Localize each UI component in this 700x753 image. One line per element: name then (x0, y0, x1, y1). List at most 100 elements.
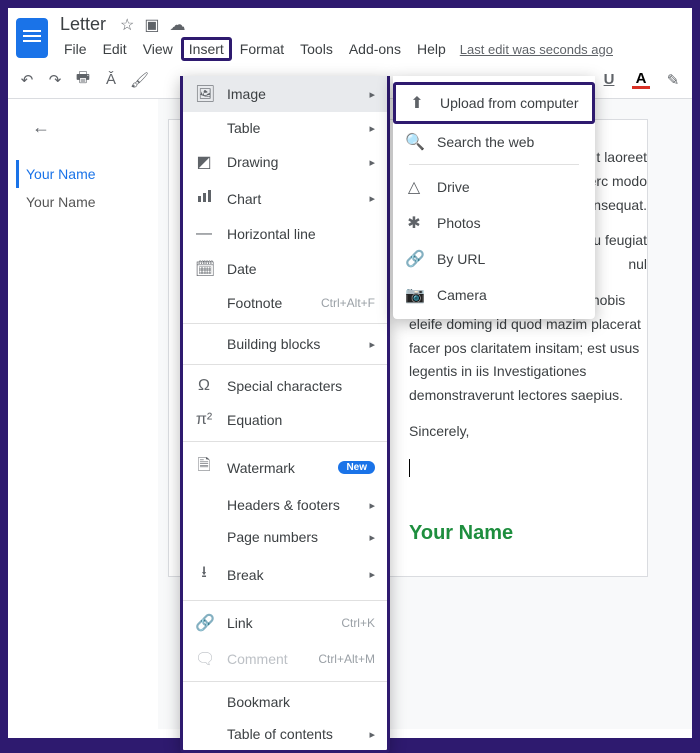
menu-label: Table (227, 120, 260, 136)
text-cursor (409, 459, 410, 477)
image-icon: 🖼 (195, 84, 213, 104)
insert-date[interactable]: 🗓 Date (183, 251, 387, 287)
image-submenu: ⬆ Upload from computer 🔍 Search the web … (393, 76, 595, 319)
star-icon[interactable]: ☆ (120, 15, 134, 35)
menu-label: Search the web (437, 134, 534, 150)
print-icon[interactable]: 🖶 (74, 67, 92, 92)
insert-special-characters[interactable]: Ω Special characters (183, 369, 387, 403)
menu-file[interactable]: File (56, 37, 95, 61)
outline-item[interactable]: Your Name (16, 188, 150, 216)
redo-icon[interactable]: ↷ (46, 71, 64, 89)
image-upload-from-computer[interactable]: ⬆ Upload from computer (393, 82, 595, 124)
separator (183, 441, 387, 442)
comment-icon: 🗨 (195, 649, 213, 669)
insert-building-blocks[interactable]: Building blocks ▸ (183, 328, 387, 360)
menu-bar: File Edit View Insert Format Tools Add-o… (56, 37, 613, 61)
menu-label: Special characters (227, 378, 342, 394)
docs-logo-icon[interactable] (16, 18, 48, 58)
shortcut-text: Ctrl+Alt+M (318, 652, 375, 666)
menu-edit[interactable]: Edit (95, 37, 135, 61)
menu-label: Building blocks (227, 336, 320, 352)
chevron-right-icon: ▸ (369, 192, 375, 205)
last-edit-link[interactable]: Last edit was seconds ago (460, 42, 613, 57)
menu-label: Camera (437, 287, 487, 303)
menu-label: Upload from computer (440, 95, 579, 111)
insert-horizontal-line[interactable]: ― Horizontal line (183, 217, 387, 251)
menu-label: Footnote (227, 295, 282, 311)
menu-label: Bookmark (227, 694, 290, 710)
camera-icon: 📷 (405, 285, 423, 305)
chevron-right-icon: ▸ (369, 568, 375, 581)
menu-label: Comment (227, 651, 288, 667)
break-icon: ⭳ (195, 561, 213, 588)
spellcheck-icon[interactable]: Ǎ (102, 71, 120, 88)
image-by-url[interactable]: 🔗 By URL (393, 241, 595, 277)
separator (183, 600, 387, 601)
insert-link[interactable]: 🔗 Link Ctrl+K (183, 605, 387, 641)
document-title[interactable]: Letter (56, 14, 110, 35)
menu-label: Table of contents (227, 726, 333, 742)
new-badge: New (338, 461, 375, 474)
menu-insert[interactable]: Insert (181, 37, 232, 61)
insert-equation[interactable]: π² Equation (183, 403, 387, 437)
menu-label: Break (227, 567, 264, 583)
insert-comment: 🗨 Comment Ctrl+Alt+M (183, 641, 387, 677)
hline-icon: ― (195, 225, 213, 243)
menu-label: Date (227, 261, 257, 277)
insert-break[interactable]: ⭳ Break ▸ (183, 553, 387, 596)
chevron-right-icon: ▸ (369, 338, 375, 351)
menu-label: Headers & footers (227, 497, 340, 513)
insert-toc[interactable]: Table of contents ▸ (183, 718, 387, 750)
menu-label: Chart (227, 191, 261, 207)
menu-format[interactable]: Format (232, 37, 292, 61)
insert-bookmark[interactable]: Bookmark (183, 686, 387, 718)
chevron-right-icon: ▸ (369, 156, 375, 169)
menu-label: Page numbers (227, 529, 318, 545)
move-icon[interactable]: ▣ (144, 15, 159, 35)
chevron-right-icon: ▸ (369, 531, 375, 544)
link-icon: 🔗 (405, 249, 423, 269)
menu-help[interactable]: Help (409, 37, 454, 61)
separator (409, 164, 579, 165)
menu-label: Image (227, 86, 266, 102)
insert-footnote[interactable]: Footnote Ctrl+Alt+F (183, 287, 387, 319)
calendar-icon: 🗓 (195, 259, 213, 279)
menu-tools[interactable]: Tools (292, 37, 341, 61)
insert-table[interactable]: Table ▸ (183, 112, 387, 144)
menu-addons[interactable]: Add-ons (341, 37, 409, 61)
separator (183, 323, 387, 324)
search-icon: 🔍 (405, 132, 423, 152)
omega-icon: Ω (195, 377, 213, 395)
insert-dropdown: 🖼 Image ▸ Table ▸ ◩ Drawing ▸ Chart ▸ ― … (180, 76, 390, 753)
image-search-web[interactable]: 🔍 Search the web (393, 124, 595, 160)
paint-format-icon[interactable]: 🖌 (130, 71, 148, 89)
outline-back-icon[interactable]: ← (16, 117, 150, 138)
underline-button[interactable]: U (600, 71, 618, 88)
image-drive[interactable]: △ Drive (393, 169, 595, 205)
menu-label: Horizontal line (227, 226, 316, 242)
pi-icon: π² (195, 411, 213, 429)
shortcut-text: Ctrl+K (341, 616, 375, 630)
chevron-right-icon: ▸ (369, 122, 375, 135)
menu-label: Watermark (227, 460, 295, 476)
highlight-icon[interactable]: ✎ (664, 71, 682, 89)
title-bar: Letter ☆ ▣ ☁ File Edit View Insert Forma… (8, 8, 692, 61)
shortcut-text: Ctrl+Alt+F (321, 296, 375, 310)
menu-view[interactable]: View (135, 37, 181, 61)
insert-page-numbers[interactable]: Page numbers ▸ (183, 521, 387, 553)
image-camera[interactable]: 📷 Camera (393, 277, 595, 313)
menu-label: Drive (437, 179, 470, 195)
insert-headers-footers[interactable]: Headers & footers ▸ (183, 489, 387, 521)
upload-icon: ⬆ (408, 93, 426, 113)
insert-image[interactable]: 🖼 Image ▸ (183, 76, 387, 112)
insert-drawing[interactable]: ◩ Drawing ▸ (183, 144, 387, 180)
chart-icon (195, 188, 213, 209)
image-photos[interactable]: ✱ Photos (393, 205, 595, 241)
insert-chart[interactable]: Chart ▸ (183, 180, 387, 217)
cloud-status-icon[interactable]: ☁ (170, 15, 186, 35)
insert-watermark[interactable]: 🗎 Watermark New (183, 446, 387, 489)
text-color-button[interactable]: A (632, 71, 650, 89)
undo-icon[interactable]: ↶ (18, 71, 36, 89)
outline-item[interactable]: Your Name (16, 160, 150, 188)
chevron-right-icon: ▸ (369, 728, 375, 741)
